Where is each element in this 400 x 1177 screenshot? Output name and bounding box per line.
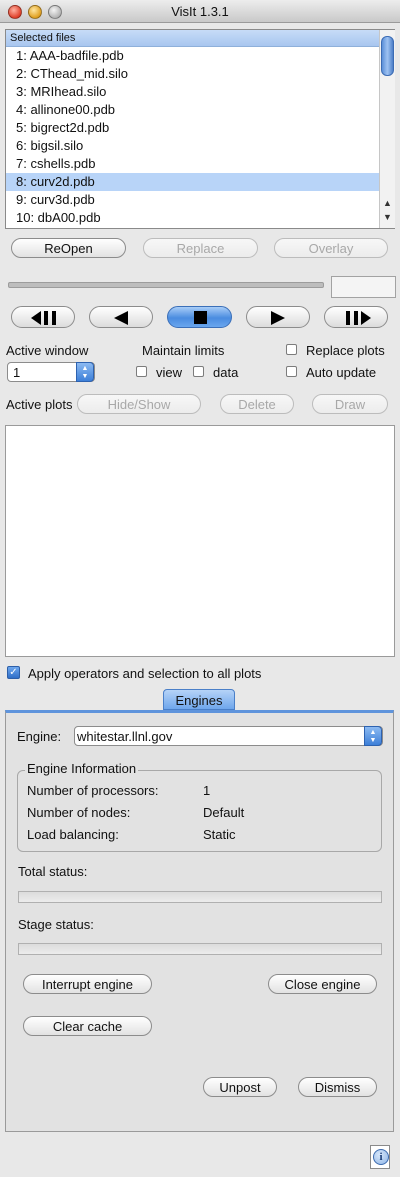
active-window-select[interactable]: 1 ▲ ▼: [7, 362, 95, 382]
total-status-label: Total status:: [18, 864, 88, 879]
play-reverse-icon: [114, 311, 128, 325]
list-item[interactable]: 3: MRIhead.silo: [6, 83, 390, 101]
selected-files-list[interactable]: Selected files 1: AAA-badfile.pdb 2: CTh…: [5, 29, 395, 229]
tab-engines[interactable]: Engines: [163, 689, 235, 710]
list-item[interactable]: 10: dbA00.pdb: [6, 209, 390, 227]
nodes-label: Number of nodes:: [27, 805, 131, 820]
time-slider[interactable]: [8, 282, 324, 288]
stop-icon: [194, 311, 207, 324]
engine-label: Engine:: [17, 729, 62, 744]
load-balancing-label: Load balancing:: [27, 827, 119, 842]
maintain-limits-label: Maintain limits: [142, 343, 225, 358]
selected-files-header: Selected files: [6, 30, 384, 47]
replace-button[interactable]: Replace: [143, 238, 258, 258]
active-plots-label: Active plots: [6, 397, 73, 412]
reopen-button[interactable]: ReOpen: [11, 238, 126, 258]
engine-select[interactable]: whitestar.llnl.gov ▲ ▼: [74, 726, 383, 746]
close-engine-button[interactable]: Close engine: [268, 974, 377, 994]
list-item[interactable]: 1: AAA-badfile.pdb: [6, 47, 390, 65]
apply-operators-label: Apply operators and selection to all plo…: [28, 666, 262, 681]
list-item-selected[interactable]: 8: curv2d.pdb: [6, 173, 390, 191]
scroll-down-icon[interactable]: ▼: [380, 212, 395, 222]
dismiss-button[interactable]: Dismiss: [298, 1077, 377, 1097]
info-icon: i: [373, 1149, 389, 1165]
active-window-label: Active window: [6, 343, 89, 358]
play-reverse-button[interactable]: [89, 306, 153, 328]
replace-plots-checkbox[interactable]: [286, 344, 297, 355]
chevron-updown-icon: ▲ ▼: [76, 362, 94, 382]
chevron-updown-icon: ▲ ▼: [364, 726, 382, 746]
draw-button[interactable]: Draw: [312, 394, 388, 414]
nodes-value: Default: [203, 805, 245, 820]
list-item[interactable]: 6: bigsil.silo: [6, 137, 390, 155]
list-item[interactable]: 9: curv3d.pdb: [6, 191, 390, 209]
stage-status-bar: [18, 943, 382, 955]
maintain-view-label: view: [156, 365, 183, 380]
clear-cache-button[interactable]: Clear cache: [23, 1016, 152, 1036]
bottom-bar: [0, 1133, 400, 1177]
overlay-button[interactable]: Overlay: [274, 238, 388, 258]
auto-update-label: Auto update: [306, 365, 377, 380]
file-list-scrollbar[interactable]: ▲ ▼: [379, 30, 395, 228]
scrollbar-thumb[interactable]: [381, 36, 394, 76]
info-button[interactable]: i: [370, 1145, 390, 1169]
interrupt-engine-button[interactable]: Interrupt engine: [23, 974, 152, 994]
processors-value: 1: [203, 783, 211, 798]
list-item[interactable]: 4: allinone00.pdb: [6, 101, 390, 119]
time-state-field[interactable]: [331, 276, 396, 298]
engine-information-title: Engine Information: [25, 761, 139, 776]
play-button[interactable]: [246, 306, 310, 328]
step-forward-button[interactable]: [324, 306, 388, 328]
window-title: VisIt 1.3.1: [171, 4, 229, 19]
apply-operators-checkbox[interactable]: ✓: [7, 666, 20, 679]
processors-label: Number of processors:: [27, 783, 159, 798]
hide-show-button[interactable]: Hide/Show: [77, 394, 201, 414]
step-back-icon: [31, 311, 56, 325]
active-window-value: 1: [13, 365, 21, 380]
scroll-up-icon[interactable]: ▲: [380, 198, 395, 208]
list-item[interactable]: 2: CThead_mid.silo: [6, 65, 390, 83]
replace-plots-label: Replace plots: [306, 343, 385, 358]
list-item[interactable]: 7: cshells.pdb: [6, 155, 390, 173]
auto-update-checkbox[interactable]: [286, 366, 297, 377]
list-item[interactable]: 5: bigrect2d.pdb: [6, 119, 390, 137]
step-forward-icon: [346, 311, 371, 325]
engine-value: whitestar.llnl.gov: [77, 729, 173, 744]
maintain-data-checkbox[interactable]: [193, 366, 204, 377]
step-back-button[interactable]: [11, 306, 75, 328]
maintain-view-checkbox[interactable]: [136, 366, 147, 377]
stop-button[interactable]: [167, 306, 232, 328]
stage-status-label: Stage status:: [18, 917, 94, 932]
maintain-data-label: data: [213, 365, 239, 380]
load-balancing-value: Static: [203, 827, 236, 842]
total-status-bar: [18, 891, 382, 903]
delete-button[interactable]: Delete: [220, 394, 294, 414]
play-icon: [271, 311, 285, 325]
active-plots-list[interactable]: [5, 425, 395, 657]
unpost-button[interactable]: Unpost: [203, 1077, 277, 1097]
